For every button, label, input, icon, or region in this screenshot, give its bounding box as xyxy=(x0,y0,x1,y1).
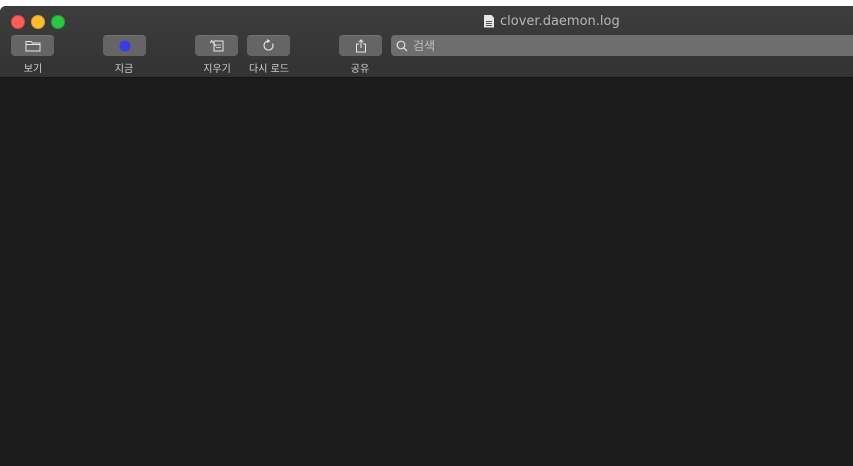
close-window-button[interactable] xyxy=(11,15,25,29)
view-button[interactable] xyxy=(11,35,54,56)
window-title-text: clover.daemon.log xyxy=(500,13,620,29)
share-button[interactable] xyxy=(339,35,382,56)
folder-icon xyxy=(25,40,40,51)
minimize-window-button[interactable] xyxy=(31,15,45,29)
zoom-window-button[interactable] xyxy=(51,15,65,29)
view-label: 보기 xyxy=(23,64,43,75)
log-content-area[interactable] xyxy=(0,78,853,466)
reload-icon xyxy=(263,39,274,51)
reload-button[interactable] xyxy=(247,35,290,56)
window-title: clover.daemon.log xyxy=(484,13,620,29)
clear-label: 지우기 xyxy=(203,64,231,75)
console-window: clover.daemon.log 보기 지금 지우기 다시 로드 공유 검색 xyxy=(0,6,853,466)
title-bar: clover.daemon.log 보기 지금 지우기 다시 로드 공유 검색 xyxy=(0,6,853,78)
search-field[interactable] xyxy=(391,35,853,56)
search-input[interactable] xyxy=(413,38,833,53)
document-icon xyxy=(484,14,494,28)
share-label: 공유 xyxy=(350,64,370,75)
clear-button[interactable] xyxy=(195,35,238,56)
search-icon-container xyxy=(391,35,413,56)
clear-icon xyxy=(209,39,223,52)
reload-label: 다시 로드 xyxy=(249,64,289,75)
now-indicator-icon xyxy=(119,40,130,51)
now-button[interactable] xyxy=(103,35,146,56)
search-icon xyxy=(396,40,408,51)
share-icon xyxy=(355,38,366,52)
now-label: 지금 xyxy=(114,64,134,75)
